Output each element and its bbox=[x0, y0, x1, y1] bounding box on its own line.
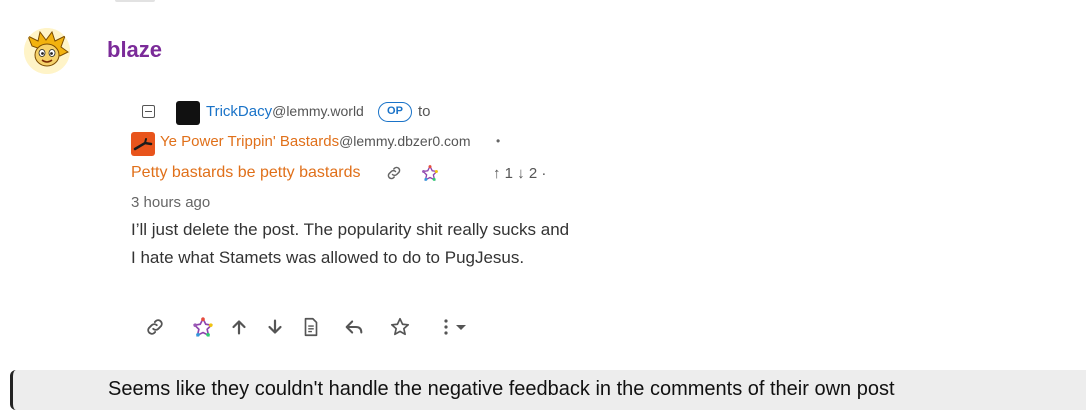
user-avatar[interactable] bbox=[24, 28, 70, 74]
collapse-icon[interactable] bbox=[142, 105, 155, 118]
community-link[interactable]: Ye Power Trippin' Bastards@lemmy.dbzer0.… bbox=[160, 133, 471, 150]
link-icon[interactable] bbox=[144, 316, 166, 338]
community-instance: @lemmy.dbzer0.com bbox=[339, 133, 471, 149]
post-title-link[interactable]: Petty bastards be petty bastards bbox=[131, 164, 360, 182]
top-divider-fragment bbox=[115, 0, 155, 2]
separator-dot: • bbox=[496, 134, 501, 148]
op-badge: OP bbox=[378, 102, 412, 122]
to-label: to bbox=[418, 103, 431, 120]
fediverse-icon[interactable] bbox=[421, 164, 439, 182]
reply-quote-bar: Seems like they couldn't handle the nega… bbox=[10, 370, 1086, 410]
upvote-icon[interactable] bbox=[228, 316, 250, 338]
reply-text: Seems like they couldn't handle the nega… bbox=[108, 378, 895, 400]
view-source-icon[interactable] bbox=[300, 316, 322, 338]
author-link[interactable]: TrickDacy@lemmy.world bbox=[206, 103, 364, 120]
more-options-icon[interactable] bbox=[438, 316, 472, 338]
avatar-image bbox=[24, 28, 70, 74]
author-instance: @lemmy.world bbox=[272, 103, 364, 119]
community-icon[interactable] bbox=[131, 132, 155, 156]
fediverse-icon[interactable] bbox=[192, 316, 214, 338]
link-icon[interactable] bbox=[385, 164, 403, 182]
comment-timestamp: 3 hours ago bbox=[131, 194, 211, 211]
author-name: TrickDacy bbox=[206, 103, 273, 120]
reply-icon[interactable] bbox=[343, 316, 365, 338]
star-icon[interactable] bbox=[389, 316, 411, 338]
post-vote-counts: ↑ 1 ↓ 2 · bbox=[493, 165, 547, 182]
comment-username[interactable]: blaze bbox=[107, 37, 162, 63]
author-avatar[interactable] bbox=[176, 101, 200, 125]
community-name: Ye Power Trippin' Bastards bbox=[160, 133, 340, 150]
downvote-icon[interactable] bbox=[264, 316, 286, 338]
comment-body: I’ll just delete the post. The popularit… bbox=[131, 220, 570, 267]
power-trip-icon bbox=[133, 138, 153, 151]
